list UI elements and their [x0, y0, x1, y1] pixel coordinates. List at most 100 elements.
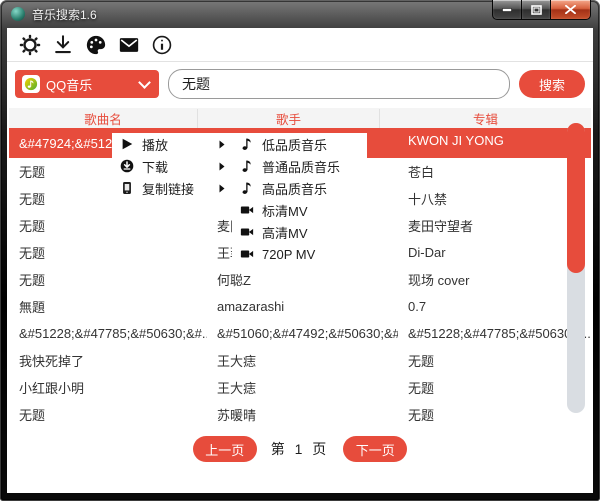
song-name-cell: 無題	[9, 297, 207, 316]
context-menu: 播放下载复制链接	[112, 133, 232, 199]
table-row[interactable]: 無題amazarashi0.7	[9, 293, 591, 320]
album-cell: KWON JI YONG	[398, 128, 591, 148]
submenu-item-sd-mv[interactable]: 标清MV	[232, 199, 367, 221]
column-header-album: 专辑	[380, 109, 591, 128]
play-icon	[119, 137, 134, 152]
palette-icon	[85, 34, 107, 56]
quality-submenu: 低品质音乐普通品质音乐高品质音乐标清MV 高清MV 720P MV	[232, 133, 367, 265]
song-name-cell: 无题	[9, 243, 207, 262]
search-bar: QQ音乐 搜索	[7, 62, 593, 104]
video-camera-icon	[239, 225, 254, 240]
submenu-item-720p-mv[interactable]: 720P MV	[232, 243, 367, 265]
submenu-item-label: 高清MV	[262, 223, 308, 242]
artist-cell: 王大痣	[207, 351, 398, 370]
artist-cell: 何聪Z	[207, 270, 398, 289]
menu-item-label: 播放	[142, 135, 168, 154]
menu-item-copy-link[interactable]: 复制链接	[112, 177, 232, 199]
info-icon	[151, 34, 173, 56]
album-cell: 十八禁	[398, 189, 591, 208]
window-content: QQ音乐 搜索 歌曲名 歌手 专辑 &#47924;&#51228;(无题)(U…	[7, 28, 593, 493]
maximize-button[interactable]	[522, 0, 550, 20]
album-cell: 苍白	[398, 162, 591, 181]
page-indicator: 第 1 页	[271, 439, 330, 459]
theme-button[interactable]	[84, 33, 108, 57]
minimize-icon	[502, 7, 512, 12]
gear-icon	[19, 34, 41, 56]
close-button[interactable]	[550, 0, 591, 20]
prev-page-button[interactable]: 上一页	[193, 436, 257, 462]
copy-link-icon	[119, 181, 134, 196]
pagination: 上一页 第 1 页 下一页	[7, 436, 593, 462]
album-cell: 无题	[398, 351, 591, 370]
album-cell: &#51228;&#47785;&#50630;&...	[398, 326, 591, 341]
table-row[interactable]: 无题苏暖晴无题	[9, 401, 591, 428]
mail-button[interactable]	[117, 33, 141, 57]
artist-cell: amazarashi	[207, 299, 398, 314]
table-row[interactable]: 小红跟小明王大痣无题	[9, 374, 591, 401]
table-header: 歌曲名 歌手 专辑	[9, 108, 591, 128]
maximize-icon	[531, 5, 542, 15]
qq-music-icon	[22, 75, 40, 93]
submenu-item-label: 普通品质音乐	[262, 157, 340, 176]
download-button[interactable]	[51, 33, 75, 57]
submenu-item-high-quality-music[interactable]: 高品质音乐	[232, 177, 367, 199]
about-button[interactable]	[150, 33, 174, 57]
artist-cell: &#51060;&#47492;&#50630;&#...	[207, 326, 398, 341]
submenu-item-hd-mv[interactable]: 高清MV	[232, 221, 367, 243]
album-cell: 麦田守望者	[398, 216, 591, 235]
next-page-button[interactable]: 下一页	[343, 436, 407, 462]
toolbar	[7, 28, 593, 62]
album-cell: 无题	[398, 378, 591, 397]
artist-cell: 王大痣	[207, 378, 398, 397]
scrollbar-thumb[interactable]	[567, 123, 585, 273]
settings-button[interactable]	[18, 33, 42, 57]
video-camera-icon	[239, 247, 254, 262]
caption-buttons	[492, 0, 591, 20]
chevron-down-icon	[138, 76, 151, 89]
submenu-item-label: 高品质音乐	[262, 179, 327, 198]
minimize-button[interactable]	[492, 0, 522, 20]
music-note-icon	[239, 181, 254, 196]
menu-item-label: 下载	[142, 157, 168, 176]
artist-cell: 苏暖晴	[207, 405, 398, 424]
app-icon	[11, 7, 25, 21]
album-cell: 无题	[398, 405, 591, 424]
search-button[interactable]: 搜索	[519, 70, 585, 98]
submenu-item-label: 低品质音乐	[262, 135, 327, 154]
submenu-item-label: 720P MV	[262, 247, 315, 262]
download-circle-icon	[119, 159, 134, 174]
table-row[interactable]: 无题何聪Z现场 cover	[9, 266, 591, 293]
submenu-arrow-icon	[219, 162, 225, 171]
music-note-icon	[239, 159, 254, 174]
video-camera-icon	[239, 203, 254, 218]
source-label: QQ音乐	[46, 75, 92, 94]
mail-icon	[118, 34, 140, 56]
album-cell: Di-Dar	[398, 245, 591, 260]
song-name-cell: 小红跟小明	[9, 378, 207, 397]
album-cell: 现场 cover	[398, 270, 591, 289]
music-note-icon	[239, 137, 254, 152]
menu-item-label: 复制链接	[142, 179, 194, 198]
column-header-artist: 歌手	[197, 109, 380, 128]
submenu-item-low-quality-music[interactable]: 低品质音乐	[232, 133, 367, 155]
submenu-item-normal-quality-music[interactable]: 普通品质音乐	[232, 155, 367, 177]
song-name-cell: 无题	[9, 216, 207, 235]
close-icon	[565, 5, 576, 14]
submenu-item-label: 标清MV	[262, 201, 308, 220]
menu-item-play[interactable]: 播放	[112, 133, 232, 155]
music-source-dropdown[interactable]: QQ音乐	[15, 70, 159, 98]
window-title: 音乐搜索1.6	[32, 6, 97, 23]
app-window: 音乐搜索1.6	[0, 0, 600, 501]
column-header-song: 歌曲名	[9, 109, 197, 128]
table-row[interactable]: 我快死掉了王大痣无题	[9, 347, 591, 374]
search-input[interactable]	[168, 69, 510, 99]
menu-item-download[interactable]: 下载	[112, 155, 232, 177]
song-name-cell: 我快死掉了	[9, 351, 207, 370]
table-row[interactable]: &#51228;&#47785;&#50630;&#...&#51060;&#4…	[9, 320, 591, 347]
album-cell: 0.7	[398, 299, 591, 314]
scrollbar-track[interactable]	[567, 123, 585, 413]
submenu-arrow-icon	[219, 184, 225, 193]
song-name-cell: 无题	[9, 405, 207, 424]
song-name-cell: 无题	[9, 270, 207, 289]
download-icon	[52, 34, 74, 56]
